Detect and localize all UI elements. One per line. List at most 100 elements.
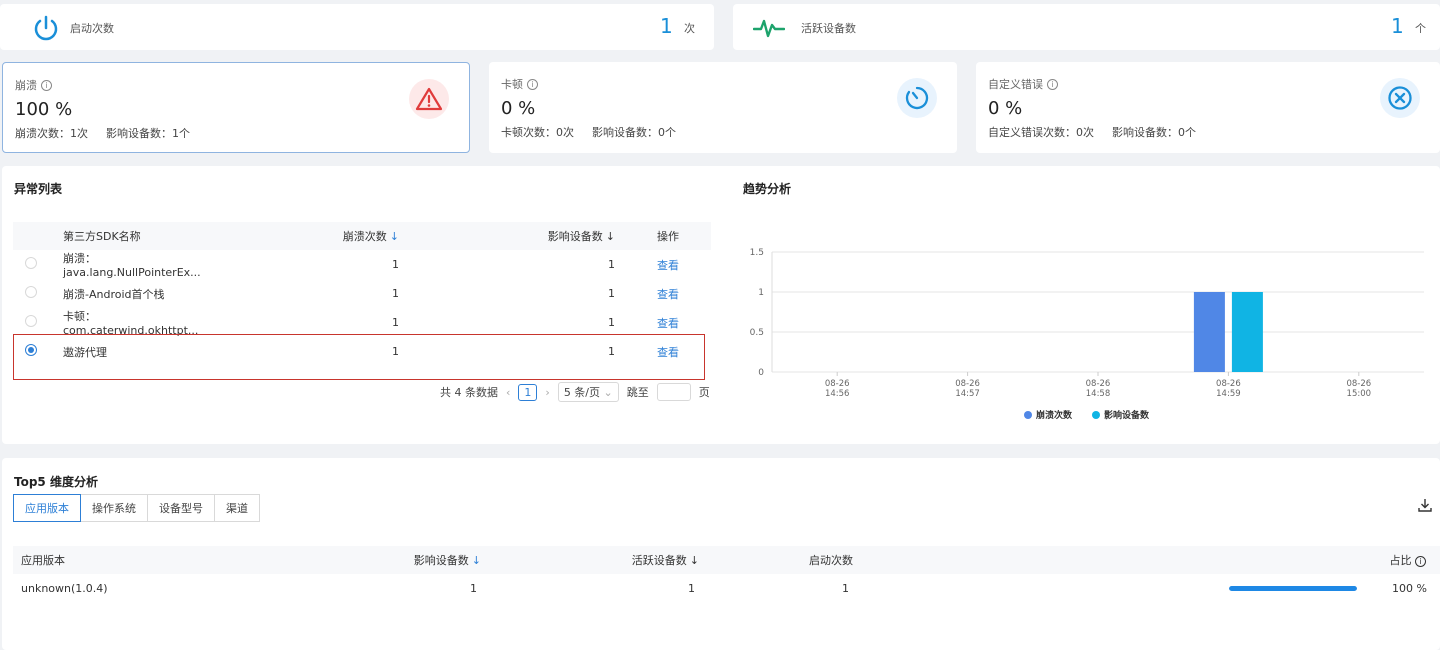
legend-marker <box>1024 411 1032 419</box>
table-header-row: 应用版本 影响设备数 ↓ 活跃设备数 ↓ 启动次数 占比 i <box>13 546 1440 574</box>
y-tick-label: 0 <box>758 368 764 378</box>
view-link[interactable]: 查看 <box>657 317 679 330</box>
prev-page-button[interactable]: ‹ <box>506 386 510 399</box>
row-radio[interactable] <box>25 315 37 327</box>
launches-label: 启动次数 <box>70 22 114 35</box>
tab-channel[interactable]: 渠道 <box>214 494 260 522</box>
tab-device-model[interactable]: 设备型号 <box>147 494 215 522</box>
warning-icon <box>409 79 449 119</box>
download-icon[interactable] <box>1418 498 1432 515</box>
row-name: 遨游代理 <box>63 345 107 359</box>
y-tick-label: 1.5 <box>750 248 764 258</box>
row-crashes: 1 <box>392 316 399 329</box>
table-row-selected[interactable]: 遨游代理 1 1 查看 <box>13 337 711 366</box>
row-radio-selected[interactable] <box>25 344 37 356</box>
row-active: 1 <box>688 582 695 595</box>
custom-error-sub: 自定义错误次数：0次 影响设备数：0个 <box>988 126 1196 139</box>
col-affected-devices[interactable]: 影响设备数 ↓ <box>405 222 621 250</box>
table-row: unknown(1.0.4) 1 1 1 100 % <box>13 574 1440 603</box>
ratio-progress-bar <box>1229 586 1357 591</box>
dimension-tabs: 应用版本 操作系统 设备型号 渠道 <box>13 494 260 522</box>
goto-page-input[interactable] <box>656 383 691 401</box>
pulse-icon <box>747 6 791 50</box>
tab-os[interactable]: 操作系统 <box>80 494 148 522</box>
info-icon[interactable]: i <box>41 79 52 91</box>
launches-value: 1 <box>660 14 673 38</box>
crash-title: 崩溃 i <box>15 77 52 93</box>
col-action: 操作 <box>621 222 711 250</box>
col-active-devices[interactable]: 活跃设备数 ↓ <box>489 546 707 574</box>
row-devices: 1 <box>608 287 615 300</box>
tab-app-version[interactable]: 应用版本 <box>13 494 81 522</box>
x-tick-label: 08-26 <box>825 379 850 389</box>
x-tick-label: 14:58 <box>1086 389 1111 399</box>
x-tick-label: 14:56 <box>825 389 850 399</box>
page-1-button[interactable]: 1 <box>518 383 538 401</box>
top5-table: 应用版本 影响设备数 ↓ 活跃设备数 ↓ 启动次数 占比 i unknown(1.0… <box>13 546 1440 603</box>
pagination: 共 4 条数据 ‹ 1 › 5 条/页 ⌄ 跳至 页 <box>440 382 710 402</box>
table-row[interactable]: 卡顿：com.caterwind.okhttpt... 1 1 查看 <box>13 308 711 337</box>
x-tick-label: 15:00 <box>1347 389 1372 399</box>
col-crash-count[interactable]: 崩溃次数 ↓ <box>221 222 405 250</box>
goto-label: 跳至 <box>626 386 649 399</box>
row-radio[interactable] <box>25 286 37 298</box>
crash-metric-card[interactable]: 崩溃 i 100 % 崩溃次数：1次 影响设备数：1个 <box>2 62 470 153</box>
sort-arrow-icon[interactable]: ↓ <box>472 554 481 567</box>
lag-metric-card[interactable]: 卡顿 i 0 % 卡顿次数：0次 影响设备数：0个 <box>489 62 957 153</box>
page-size-select[interactable]: 5 条/页 ⌄ <box>557 382 619 402</box>
row-devices: 1 <box>608 345 615 358</box>
sort-arrow-icon[interactable]: ↓ <box>390 230 399 243</box>
table-row[interactable]: 崩溃：java.lang.NullPointerEx... 1 1 查看 <box>13 250 711 279</box>
custom-error-rate: 0 % <box>988 98 1023 119</box>
view-link[interactable]: 查看 <box>657 259 679 272</box>
crash-sub: 崩溃次数：1次 影响设备数：1个 <box>15 127 190 140</box>
active-devices-unit: 个 <box>1415 22 1426 35</box>
x-tick-label: 14:57 <box>955 389 980 399</box>
col-app-version: 应用版本 <box>13 546 271 574</box>
launches-unit: 次 <box>684 22 695 35</box>
custom-error-metric-card[interactable]: 自定义错误 i 0 % 自定义错误次数：0次 影响设备数：0个 <box>976 62 1440 153</box>
lag-title: 卡顿 i <box>501 76 538 92</box>
ratio-progress-fill <box>1229 586 1357 591</box>
trend-title: 趋势分析 <box>743 182 792 196</box>
y-tick-label: 0.5 <box>750 328 764 338</box>
sort-arrow-icon[interactable]: ↓ <box>606 230 615 243</box>
lag-sub: 卡顿次数：0次 影响设备数：0个 <box>501 126 676 139</box>
power-icon <box>24 6 68 50</box>
col-sdk-name: 第三方SDK名称 <box>49 222 221 250</box>
bar-devices <box>1231 292 1263 372</box>
row-radio[interactable] <box>25 257 37 269</box>
table-row[interactable]: 崩溃-Android首个栈 1 1 查看 <box>13 279 711 308</box>
col-affected-devices[interactable]: 影响设备数 ↓ <box>271 546 489 574</box>
exception-table: 第三方SDK名称 崩溃次数 ↓ 影响设备数 ↓ 操作 崩溃：java.lang.Nu… <box>13 222 711 366</box>
legend-label: 崩溃次数 <box>1036 409 1073 421</box>
info-icon[interactable]: i <box>1415 556 1426 567</box>
active-devices-value: 1 <box>1391 14 1404 38</box>
trend-chart: 00.511.508-2614:5608-2614:5708-2614:5808… <box>750 248 1424 421</box>
x-tick-label: 14:59 <box>1216 389 1241 399</box>
next-page-button[interactable]: › <box>545 386 549 399</box>
row-crashes: 1 <box>392 258 399 271</box>
sort-arrow-icon[interactable]: ↓ <box>690 554 699 567</box>
exception-list-title: 异常列表 <box>14 182 63 196</box>
chevron-down-icon: ⌄ <box>603 386 613 399</box>
row-devices: 1 <box>608 258 615 271</box>
page-label: 页 <box>698 386 710 399</box>
view-link[interactable]: 查看 <box>657 346 679 359</box>
info-icon[interactable]: i <box>1047 78 1058 90</box>
crash-rate: 100 % <box>15 99 73 120</box>
x-tick-label: 08-26 <box>1086 379 1111 389</box>
col-launches: 启动次数 <box>707 546 857 574</box>
row-name: 卡顿：com.caterwind.okhttpt... <box>63 310 199 337</box>
lag-rate: 0 % <box>501 98 536 119</box>
info-icon[interactable]: i <box>527 78 538 90</box>
view-link[interactable]: 查看 <box>657 288 679 301</box>
row-devices: 1 <box>470 582 477 595</box>
x-tick-label: 08-26 <box>955 379 980 389</box>
row-crashes: 1 <box>392 287 399 300</box>
legend-label: 影响设备数 <box>1104 409 1150 421</box>
custom-error-title: 自定义错误 i <box>988 76 1058 92</box>
row-devices: 1 <box>608 316 615 329</box>
total-count: 共 4 条数据 <box>440 386 498 399</box>
active-devices-card: 活跃设备数 1 个 <box>733 4 1440 50</box>
